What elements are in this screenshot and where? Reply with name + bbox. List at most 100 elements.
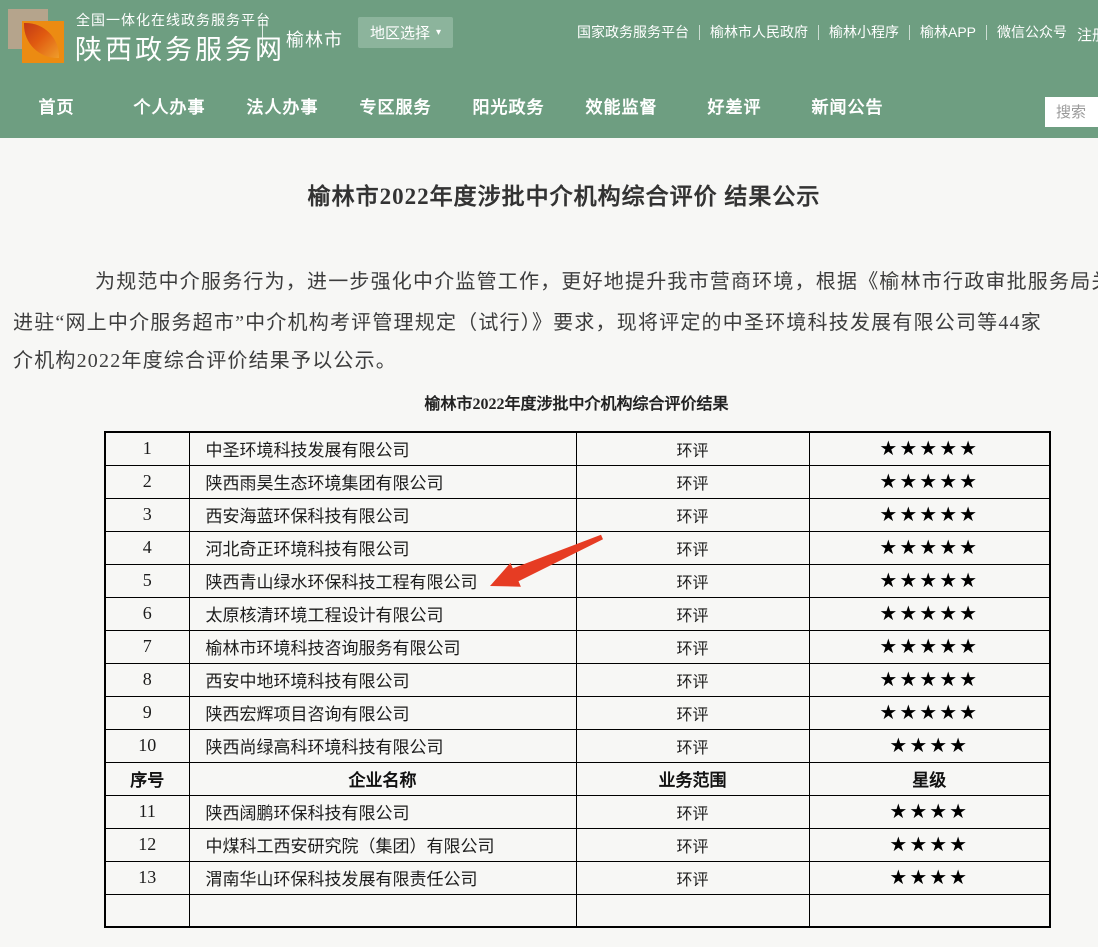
business-scope: 环评 <box>576 498 809 531</box>
register-link[interactable]: 注册 <box>1077 24 1098 45</box>
company-name: 陕西青山绿水环保科技工程有限公司 <box>189 564 576 597</box>
row-number: 3 <box>105 498 189 531</box>
company-name: 榆林市环境科技咨询服务有限公司 <box>189 630 576 663</box>
table-header-row: 序号企业名称业务范围星级 <box>105 762 1050 795</box>
company-name: 陕西宏辉项目咨询有限公司 <box>189 696 576 729</box>
row-number: 13 <box>105 861 189 894</box>
current-city-label: 榆林市 <box>286 26 343 52</box>
company-name: 中煤科工西安研究院（集团）有限公司 <box>189 828 576 861</box>
nav-item-zone-services[interactable]: 专区服务 <box>339 75 452 141</box>
business-scope: 环评 <box>576 729 809 762</box>
business-scope: 环评 <box>576 465 809 498</box>
business-scope: 环评 <box>576 861 809 894</box>
business-scope: 环评 <box>576 795 809 828</box>
row-number: 12 <box>105 828 189 861</box>
nav-item-rating[interactable]: 好差评 <box>678 75 791 141</box>
page-title: 榆林市2022年度涉批中介机构综合评价 结果公示 <box>0 177 1098 211</box>
star-rating: ★★★★ <box>809 861 1050 894</box>
table-row: 3西安海蓝环保科技有限公司环评★★★★★ <box>105 498 1050 531</box>
chevron-down-icon: ▾ <box>436 28 441 38</box>
table-row: 9陕西宏辉项目咨询有限公司环评★★★★★ <box>105 696 1050 729</box>
row-number: 9 <box>105 696 189 729</box>
star-rating: ★★★★★ <box>809 531 1050 564</box>
star-rating: ★★★★★ <box>809 696 1050 729</box>
company-name: 西安海蓝环保科技有限公司 <box>189 498 576 531</box>
header-divider <box>262 19 263 57</box>
company-name: 渭南华山环保科技发展有限责任公司 <box>189 861 576 894</box>
notice-paragraph-line: 介机构2022年度综合评价结果予以公示。 <box>13 344 397 373</box>
row-number: 1 <box>105 432 189 465</box>
link-wechat-official[interactable]: 微信公众号 <box>987 25 1077 40</box>
star-rating: ★★★★★ <box>809 663 1050 696</box>
site-name: 陕西政务服务网 <box>75 28 285 67</box>
star-rating: ★★★★★ <box>809 432 1050 465</box>
company-name: 陕西尚绿高科环境科技有限公司 <box>189 729 576 762</box>
company-name: 太原核清环境工程设计有限公司 <box>189 597 576 630</box>
table-row: 7榆林市环境科技咨询服务有限公司环评★★★★★ <box>105 630 1050 663</box>
star-rating: ★★★★ <box>809 828 1050 861</box>
link-national-platform[interactable]: 国家政务服务平台 <box>577 25 700 40</box>
row-number: 2 <box>105 465 189 498</box>
main-nav: 首页 个人办事 法人办事 专区服务 阳光政务 效能监督 好差评 新闻公告 <box>0 75 1098 138</box>
nav-item-corporate-services[interactable]: 法人办事 <box>226 75 339 141</box>
company-name <box>189 894 576 927</box>
row-number: 5 <box>105 564 189 597</box>
table-row: 12中煤科工西安研究院（集团）有限公司环评★★★★ <box>105 828 1050 861</box>
company-name: 陕西雨昊生态环境集团有限公司 <box>189 465 576 498</box>
star-rating: ★★★★ <box>809 795 1050 828</box>
star-rating: ★★★★★ <box>809 597 1050 630</box>
column-header: 序号 <box>105 762 189 795</box>
nav-item-personal-services[interactable]: 个人办事 <box>113 75 226 141</box>
row-number: 6 <box>105 597 189 630</box>
nav-item-efficiency-supervision[interactable]: 效能监督 <box>565 75 678 141</box>
star-rating: ★★★★★ <box>809 498 1050 531</box>
table-row: 8西安中地环境科技有限公司环评★★★★★ <box>105 663 1050 696</box>
table-caption: 榆林市2022年度涉批中介机构综合评价结果 <box>104 390 1049 414</box>
link-yulin-app[interactable]: 榆林APP <box>910 25 987 40</box>
link-yulin-government[interactable]: 榆林市人民政府 <box>700 25 819 40</box>
table-row: 2陕西雨昊生态环境集团有限公司环评★★★★★ <box>105 465 1050 498</box>
row-number: 10 <box>105 729 189 762</box>
nav-item-transparent-gov[interactable]: 阳光政务 <box>452 75 565 141</box>
column-header: 企业名称 <box>189 762 576 795</box>
table-row: 1中圣环境科技发展有限公司环评★★★★★ <box>105 432 1050 465</box>
notice-paragraph-line: 进驻“网上中介服务超市”中介机构考评管理规定（试行）》要求，现将评定的中圣环境科… <box>13 306 1042 335</box>
row-number <box>105 894 189 927</box>
row-number: 4 <box>105 531 189 564</box>
business-scope: 环评 <box>576 828 809 861</box>
company-name: 河北奇正环境科技有限公司 <box>189 531 576 564</box>
business-scope: 环评 <box>576 630 809 663</box>
star-rating: ★★★★ <box>809 729 1050 762</box>
business-scope: 环评 <box>576 531 809 564</box>
region-selector-button[interactable]: 地区选择 ▾ <box>358 17 453 48</box>
business-scope: 环评 <box>576 696 809 729</box>
site-header: 全国一体化在线政务服务平台 陕西政务服务网 榆林市 地区选择 ▾ 国家政务服务平… <box>0 0 1098 138</box>
star-rating <box>809 894 1050 927</box>
nav-item-home[interactable]: 首页 <box>0 75 113 141</box>
business-scope <box>576 894 809 927</box>
star-rating: ★★★★★ <box>809 465 1050 498</box>
region-selector-label: 地区选择 <box>370 22 430 43</box>
business-scope: 环评 <box>576 663 809 696</box>
platform-name: 全国一体化在线政务服务平台 <box>76 10 271 30</box>
logo-leaf-icon <box>24 23 59 58</box>
header-links: 国家政务服务平台 榆林市人民政府 榆林小程序 榆林APP 微信公众号 <box>577 25 1077 40</box>
link-yulin-miniprogram[interactable]: 榆林小程序 <box>819 25 910 40</box>
row-number: 11 <box>105 795 189 828</box>
business-scope: 环评 <box>576 597 809 630</box>
star-rating: ★★★★★ <box>809 564 1050 597</box>
table-row: 11陕西阔鹏环保科技有限公司环评★★★★ <box>105 795 1050 828</box>
company-name: 西安中地环境科技有限公司 <box>189 663 576 696</box>
column-header: 业务范围 <box>576 762 809 795</box>
company-name: 中圣环境科技发展有限公司 <box>189 432 576 465</box>
company-name: 陕西阔鹏环保科技有限公司 <box>189 795 576 828</box>
star-rating: ★★★★★ <box>809 630 1050 663</box>
logo-orange-square <box>22 21 64 63</box>
nav-item-news[interactable]: 新闻公告 <box>791 75 904 141</box>
table-row: 5陕西青山绿水环保科技工程有限公司环评★★★★★ <box>105 564 1050 597</box>
row-number: 8 <box>105 663 189 696</box>
search-input[interactable] <box>1045 97 1098 127</box>
notice-paragraph-line: 为规范中介服务行为，进一步强化中介监管工作，更好地提升我市营商环境，根据《榆林市… <box>95 265 1098 294</box>
table-row: 4河北奇正环境科技有限公司环评★★★★★ <box>105 531 1050 564</box>
row-number: 7 <box>105 630 189 663</box>
